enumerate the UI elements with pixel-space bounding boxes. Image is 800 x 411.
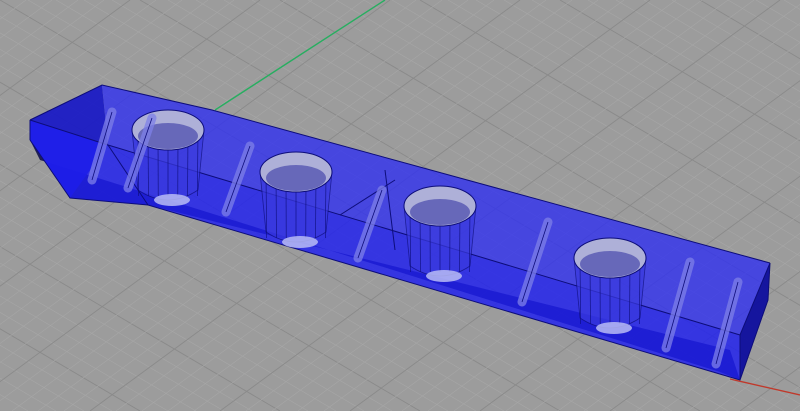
grid-line (791, 404, 800, 411)
pocket-floor (282, 236, 318, 248)
pocket-2[interactable] (259, 151, 333, 248)
grid-line (0, 344, 113, 411)
perspective-scene[interactable] (0, 0, 800, 411)
pocket-4[interactable] (573, 237, 647, 334)
pocket-3[interactable] (403, 185, 477, 282)
pocket-floor (596, 322, 632, 334)
pocket-floor (426, 270, 462, 282)
grid-line (0, 0, 27, 20)
pocket-inner-shadow (266, 165, 326, 191)
grid-line (0, 0, 79, 58)
pocket-floor (154, 194, 190, 206)
grid-line (0, 0, 105, 77)
grid-line (765, 385, 800, 411)
3d-viewport[interactable] (0, 0, 800, 411)
grid-line (0, 377, 57, 411)
pocket-inner-shadow (410, 199, 470, 225)
pocket-inner-shadow (580, 251, 640, 277)
